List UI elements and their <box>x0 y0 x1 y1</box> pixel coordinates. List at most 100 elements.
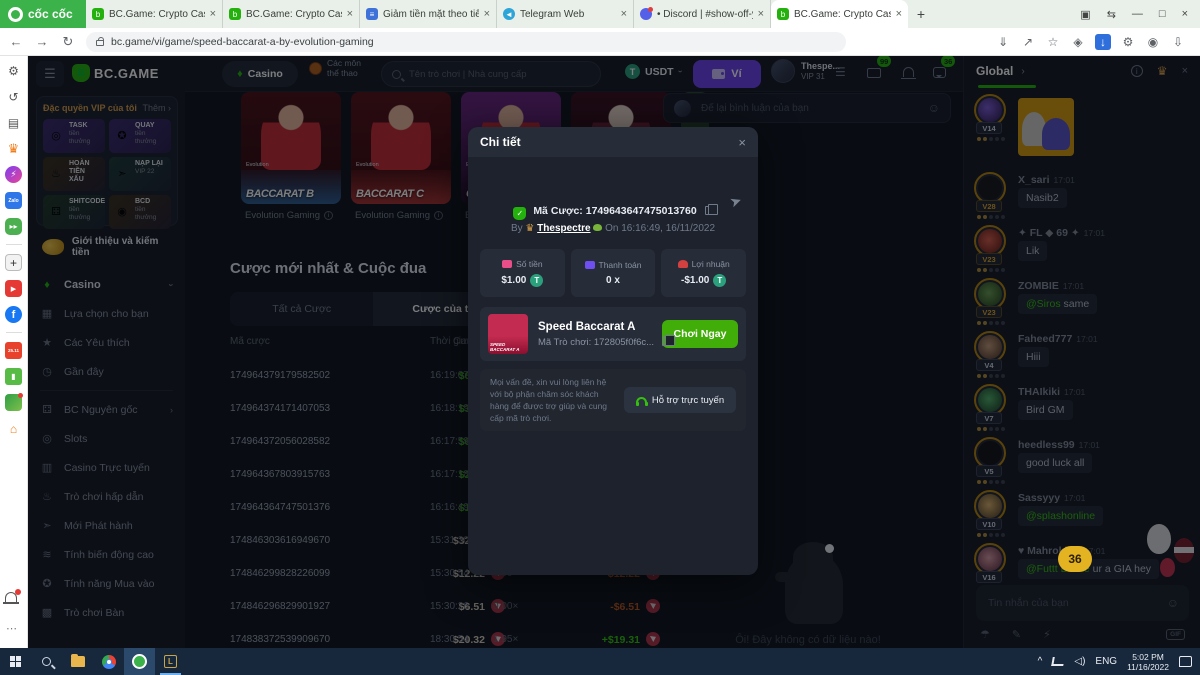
coccoc-taskbar-icon[interactable] <box>124 648 155 675</box>
newsfeed-icon[interactable]: ▤ <box>5 114 22 131</box>
crown-icon: ♛ <box>525 223 534 234</box>
game-name: Speed Baccarat A <box>538 321 652 333</box>
bet-datetime: 16:16:49, 16/11/2022 <box>621 223 715 234</box>
lock-icon <box>96 40 104 46</box>
tab-title: BC.Game: Crypto Casino Gam <box>109 9 205 20</box>
browser-tab-1[interactable]: b BC.Game: Crypto Casino Gam × <box>86 0 223 28</box>
tab-close-icon[interactable]: × <box>758 8 764 20</box>
browser-tab-active[interactable]: b BC.Game: Crypto Casino Gam × <box>771 0 908 28</box>
browser-tab-4[interactable]: ◄ Telegram Web × <box>497 0 634 28</box>
maximize-button[interactable]: □ <box>1159 8 1166 20</box>
bcgame-favicon: b <box>92 8 104 20</box>
taskbar-clock[interactable]: 5:02 PM 11/16/2022 <box>1127 652 1169 672</box>
save-page-icon[interactable]: ⇓ <box>995 34 1011 50</box>
bcgame-page: ☰ B BC.GAME Đặc quyền VIP của tôi Thêm ›… <box>28 56 1200 648</box>
profile-icon[interactable]: ◉ <box>1145 34 1161 50</box>
bettor-username[interactable]: Thespectre <box>537 223 590 234</box>
browser-urlbar: ← → ↻ bc.game/vi/game/speed-baccarat-a-b… <box>0 28 1200 56</box>
address-bar[interactable]: bc.game/vi/game/speed-baccarat-a-by-evol… <box>86 32 846 52</box>
battery-app-icon[interactable]: ▮ <box>5 368 22 385</box>
league-of-legends-icon[interactable]: L <box>155 648 186 675</box>
bookmark-star-icon[interactable]: ☆ <box>1045 34 1061 50</box>
window-controls: ▣ ⇆ — □ × <box>1080 0 1200 28</box>
split-screen-icon[interactable]: ⇆ <box>1107 8 1116 21</box>
tab-close-icon[interactable]: × <box>210 8 216 20</box>
money-icon <box>502 260 512 268</box>
coccoc-logo-icon <box>8 7 23 22</box>
tab-close-icon[interactable]: × <box>896 8 902 20</box>
windows-taskbar: L ^ ◁) ENG 5:02 PM 11/16/2022 <box>0 648 1200 675</box>
rewards-crown-icon[interactable]: ♛ <box>5 140 22 157</box>
frog-emoji-icon <box>593 224 602 231</box>
close-button[interactable]: × <box>1182 8 1188 20</box>
back-button[interactable]: ← <box>8 34 24 49</box>
bet-detail-modal: Chi tiết × ➤ ✓ Mã Cược: 1749643647475013… <box>468 127 758 575</box>
live-support-button[interactable]: Hỗ trợ trực tuyến <box>624 387 736 413</box>
zalo-icon[interactable]: Zalo <box>5 192 22 209</box>
new-tab-button[interactable]: + <box>908 0 934 28</box>
card-icon <box>585 261 595 269</box>
chat-unread-badge[interactable]: 36 <box>1058 546 1092 572</box>
tab-close-icon[interactable]: × <box>621 8 627 20</box>
browser-tab-3[interactable]: ≡ Giảm tiền mặt theo tiến hóa × <box>360 0 497 28</box>
copy-icon[interactable] <box>662 337 670 346</box>
volume-icon[interactable]: ◁) <box>1074 656 1085 667</box>
action-center-icon[interactable] <box>1179 656 1192 667</box>
copy-icon[interactable] <box>705 206 713 215</box>
taskbar-search-icon[interactable] <box>31 648 62 675</box>
tab-title: BC.Game: Crypto Casino Gam <box>246 9 342 20</box>
browser-tabstrip: cốc cốc b BC.Game: Crypto Casino Gam × b… <box>0 0 1200 28</box>
browser-tab-2[interactable]: b BC.Game: Crypto Casino Gam × <box>223 0 360 28</box>
url-text[interactable]: bc.game/vi/game/speed-baccarat-a-by-evol… <box>111 36 374 48</box>
cart-icon[interactable]: ⌂ <box>5 420 22 437</box>
tab-close-icon[interactable]: × <box>347 8 353 20</box>
language-indicator[interactable]: ENG <box>1095 656 1117 667</box>
modal-title: Chi tiết <box>480 135 521 149</box>
notifications-bell-icon[interactable] <box>5 592 17 602</box>
usdt-icon: T <box>713 274 726 287</box>
settings-icon[interactable]: ⚙ <box>5 62 22 79</box>
shield-icon[interactable]: ◈ <box>1070 34 1086 50</box>
start-button[interactable] <box>0 648 31 675</box>
youtube-icon[interactable]: ▶ <box>5 280 22 297</box>
more-icon[interactable]: ⋯ <box>6 622 17 635</box>
bcgame-favicon: b <box>777 8 789 20</box>
minimize-button[interactable]: — <box>1132 8 1143 20</box>
coccoc-brand[interactable]: cốc cốc <box>0 0 86 28</box>
stat-amount: Số tiền $1.00T <box>480 249 565 297</box>
support-text: Mọi vấn đề, xin vui lòng liên hệ với bộ … <box>490 376 616 424</box>
discord-favicon <box>640 8 652 20</box>
chrome-icon[interactable] <box>93 648 124 675</box>
stat-payout: Thanh toán 0 x <box>571 249 656 297</box>
bet-id-value: 1749643647475013760 <box>586 205 697 217</box>
facebook-icon[interactable]: f <box>5 306 22 323</box>
sale-icon[interactable]: 25.11 <box>5 342 22 359</box>
network-icon[interactable] <box>1052 657 1066 666</box>
show-hidden-icons[interactable]: ^ <box>1038 656 1043 667</box>
reader-mode-icon[interactable]: ▣ <box>1080 8 1090 21</box>
divider <box>6 332 22 333</box>
tab-close-icon[interactable]: × <box>484 8 490 20</box>
browser-tab-5[interactable]: • Discord | #show-off-you × <box>634 0 771 28</box>
add-shortcut-icon[interactable]: + <box>5 254 22 271</box>
forward-button[interactable]: → <box>34 34 50 49</box>
file-explorer-icon[interactable] <box>62 648 93 675</box>
messenger-icon[interactable]: ⚡ <box>5 166 22 183</box>
tab-title: Giảm tiền mặt theo tiến hóa <box>383 9 479 20</box>
share-icon[interactable]: ↗ <box>1020 34 1036 50</box>
telegram-favicon: ◄ <box>503 8 515 20</box>
modal-close-icon[interactable]: × <box>738 135 746 150</box>
stat-profit: Lợi nhuận -$1.00T <box>661 249 746 297</box>
shop-hat-icon[interactable] <box>5 394 22 411</box>
downloads-tray-icon[interactable]: ⇩ <box>1170 34 1186 50</box>
game-thumbnail[interactable]: SPEED BACCARAT A <box>488 314 528 354</box>
reload-button[interactable]: ↻ <box>60 34 76 50</box>
browser-toolbar-icons: ⇓ ↗ ☆ ◈ ↓ ⚙ ◉ ⇩ <box>995 34 1192 50</box>
download-icon[interactable]: ↓ <box>1095 34 1111 50</box>
history-icon[interactable]: ↺ <box>5 88 22 105</box>
extensions-icon[interactable]: ⚙ <box>1120 34 1136 50</box>
games-icon[interactable]: ▸▸ <box>5 218 22 235</box>
coccoc-sidebar: ⚙ ↺ ▤ ♛ ⚡ Zalo ▸▸ + ▶ f 25.11 ▮ ⌂ ⋯ <box>0 56 28 648</box>
tab-title: • Discord | #show-off-you <box>657 9 753 20</box>
bet-stats: Số tiền $1.00T Thanh toán 0 x Lợi nhuận … <box>480 249 746 297</box>
